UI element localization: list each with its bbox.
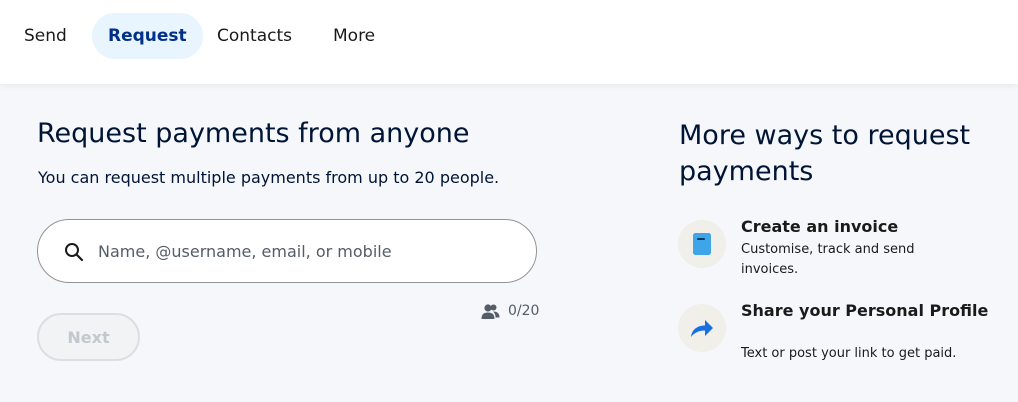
tab-request[interactable]: Request — [92, 13, 203, 59]
option-title: Share your Personal Profile — [741, 301, 989, 320]
page-title: Request payments from anyone — [37, 118, 470, 149]
share-arrow-icon — [678, 304, 726, 352]
side-title: More ways to request payments — [679, 120, 971, 187]
tab-contacts[interactable]: Contacts — [201, 13, 308, 59]
recipient-count-text: 0/20 — [508, 303, 540, 319]
top-navigation: Send Request Contacts More — [0, 0, 1018, 84]
search-icon — [64, 242, 84, 262]
option-title: Create an invoice — [741, 217, 899, 236]
recipient-search-input[interactable] — [98, 221, 518, 281]
people-icon — [481, 303, 500, 319]
page-subtitle: You can request multiple payments from u… — [38, 168, 500, 187]
invoice-icon — [678, 220, 726, 268]
option-description: Text or post your link to get paid. — [741, 346, 957, 361]
tab-send[interactable]: Send — [8, 13, 83, 59]
tab-more[interactable]: More — [317, 13, 391, 59]
option-description: Customise, track and send invoices. — [741, 242, 915, 277]
recipient-counter: 0/20 — [481, 300, 539, 322]
recipient-search-box[interactable] — [37, 219, 537, 283]
next-button[interactable]: Next — [37, 313, 140, 361]
